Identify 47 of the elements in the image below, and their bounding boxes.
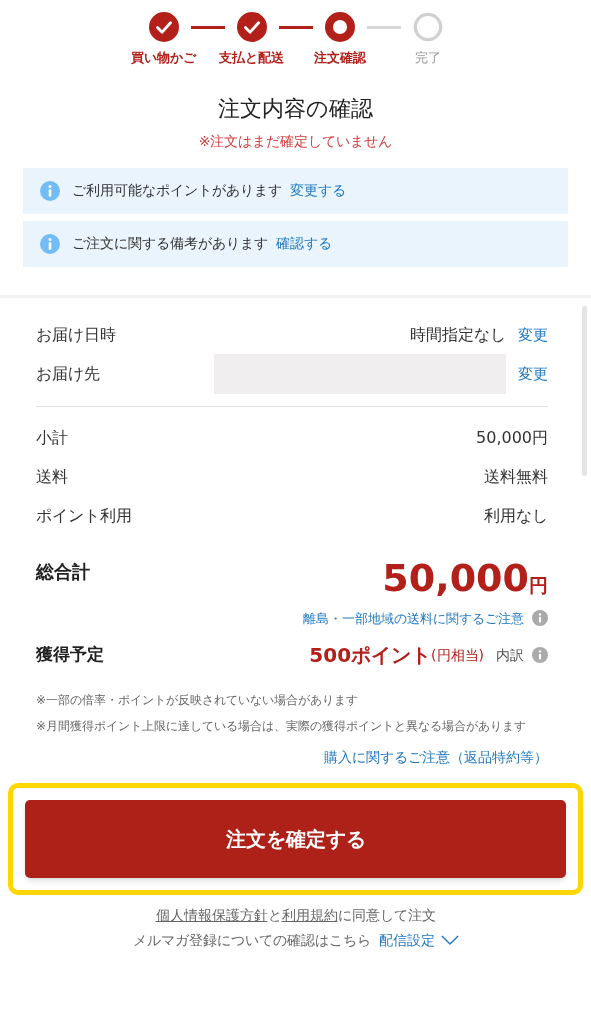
unconfirmed-warning: ※注文はまだ確定していません xyxy=(198,131,393,151)
row-value: 送料無料 xyxy=(484,466,548,488)
check-icon xyxy=(236,12,267,42)
purchase-notice-link[interactable]: 購入に関するご注意（返品特約等） xyxy=(324,747,548,768)
policy-link[interactable]: 利用規約 xyxy=(281,907,338,924)
pending-step-icon xyxy=(412,12,443,42)
notice-link[interactable]: 変更する xyxy=(290,180,346,201)
info-icon xyxy=(40,233,60,254)
delivery-settings-link[interactable]: 配信設定 xyxy=(378,930,459,952)
agreement-text: 個人情報保護方針と 利用規約に同意して注文 xyxy=(154,906,437,926)
page-title: 注文内容の確認 xyxy=(218,94,373,123)
newsletter-text: メルマガ登録についての確認はこちら xyxy=(132,931,371,951)
step-label: 買い物かご xyxy=(131,49,196,67)
step-label: 支払と配送 xyxy=(219,49,284,67)
notice-text: ご注文に関する備考があります xyxy=(72,234,268,253)
row-label: 送料 xyxy=(36,466,68,488)
step-label: 完了 xyxy=(414,49,441,67)
info-icon xyxy=(532,610,548,627)
row-value: 時間指定なし xyxy=(410,324,506,346)
notice-link[interactable]: 確認する xyxy=(276,233,332,254)
row-value: 利用なし xyxy=(484,505,548,527)
check-icon xyxy=(148,12,179,42)
points-note: ※一部の倍率・ポイントが反映されていない場合があります xyxy=(36,692,360,709)
current-step-icon xyxy=(324,12,355,42)
change-link[interactable]: 変更 xyxy=(518,323,548,347)
row-label: お届け日時 xyxy=(36,324,117,346)
chevron-down-icon xyxy=(440,935,459,947)
notice-text: ご利用可能なポイントがあります xyxy=(72,181,282,200)
points-amount: 500ポイント xyxy=(309,642,432,669)
breakdown-link[interactable]: 内訳 xyxy=(496,644,524,666)
currency-unit: 円 xyxy=(529,575,548,595)
row-value: 50,000円 xyxy=(476,427,548,449)
row-label: お届け先 xyxy=(36,363,101,385)
info-icon xyxy=(532,647,548,663)
total-label: 総合計 xyxy=(36,559,90,584)
step-label: 注文確認 xyxy=(313,49,366,67)
points-note: ※月間獲得ポイント上限に達している場合は、実際の獲得ポイントと異なる場合があります xyxy=(36,718,528,735)
change-link[interactable]: 変更 xyxy=(518,362,548,386)
confirm-order-button[interactable]: 注文を確定する xyxy=(25,800,566,879)
info-icon xyxy=(40,180,60,201)
points-label: 獲得予定 xyxy=(36,643,104,667)
row-label: 小計 xyxy=(36,427,68,449)
total-amount: 50,000 xyxy=(382,558,529,597)
shipping-notice-link[interactable]: 離島・一部地域の送料に関するご注意 xyxy=(303,608,524,628)
policy-link[interactable]: 個人情報保護方針 xyxy=(155,907,268,924)
row-label: ポイント利用 xyxy=(36,505,132,527)
yen-equivalent: (円相当) xyxy=(431,645,484,665)
